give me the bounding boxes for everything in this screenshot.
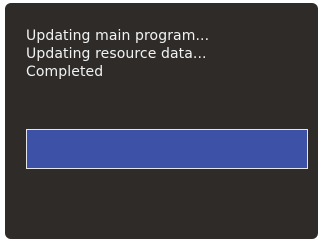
update-screen: Updating main program... Updating resour… <box>5 3 318 239</box>
progress-bar-fill <box>27 130 307 168</box>
status-line-main-program: Updating main program... <box>26 28 210 44</box>
progress-bar <box>26 129 308 169</box>
status-log: Updating main program... Updating resour… <box>26 27 209 81</box>
status-line-resource-data: Updating resource data... <box>26 46 207 62</box>
status-line-completed: Completed <box>26 64 104 80</box>
